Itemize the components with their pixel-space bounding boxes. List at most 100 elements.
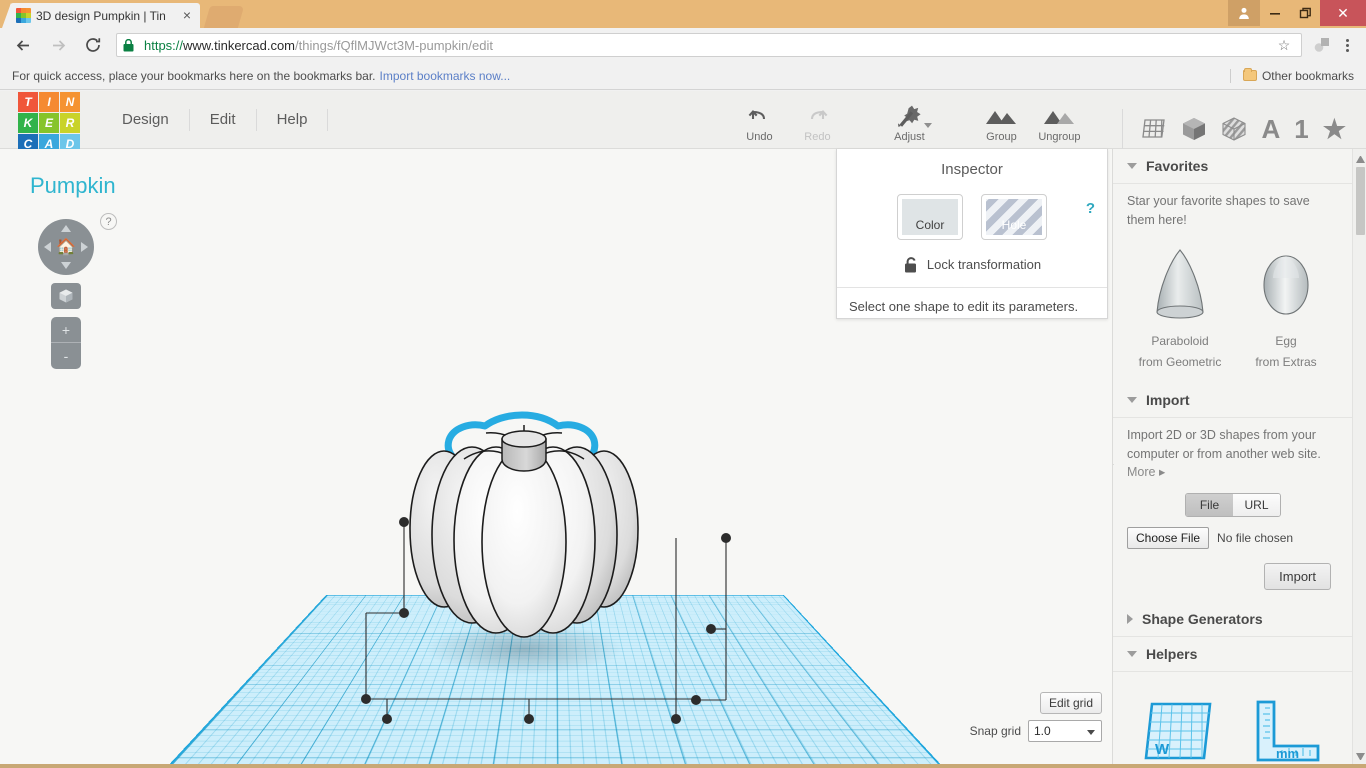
reload-icon[interactable] xyxy=(78,30,108,60)
hole-cube-icon[interactable] xyxy=(1221,116,1247,142)
home-view-icon[interactable]: 🏠 xyxy=(56,237,76,257)
import-toggle-url[interactable]: URL xyxy=(1233,494,1280,516)
back-arrow-icon[interactable] xyxy=(8,30,38,60)
orbit-pad[interactable]: 🏠 xyxy=(38,219,94,275)
hole-swatch-button[interactable]: Hole xyxy=(981,194,1047,240)
section-header-import[interactable]: Import xyxy=(1113,383,1353,418)
shape-egg-source: from Extras xyxy=(1233,354,1339,371)
minimize-window-button[interactable] xyxy=(1260,0,1290,26)
pumpkin-stem xyxy=(502,431,546,471)
other-bookmarks-folder[interactable]: Other bookmarks xyxy=(1230,69,1354,83)
pumpkin-model[interactable] xyxy=(372,377,672,677)
menu-help[interactable]: Help xyxy=(257,109,329,131)
close-tab-icon[interactable]: × xyxy=(180,9,194,23)
favorites-star-icon[interactable]: ★ xyxy=(1323,116,1346,142)
fit-cube-icon xyxy=(58,288,74,304)
new-tab-button[interactable] xyxy=(204,6,244,28)
section-header-helpers[interactable]: Helpers xyxy=(1113,637,1353,672)
zoom-in-button[interactable]: + xyxy=(51,317,81,343)
ungroup-button[interactable]: Ungroup xyxy=(1030,107,1088,149)
orbit-right-icon[interactable] xyxy=(81,242,88,252)
section-header-favorites[interactable]: Favorites xyxy=(1113,149,1353,184)
tinkercad-header: T I N K E R C A D Design Edit Help Undo … xyxy=(0,91,1366,149)
fit-view-button[interactable] xyxy=(51,283,81,309)
shape-paraboloid[interactable]: Paraboloid from Geometric xyxy=(1127,242,1233,371)
menu-edit[interactable]: Edit xyxy=(190,109,257,131)
import-toggle-file[interactable]: File xyxy=(1186,494,1233,516)
tab-title: 3D design Pumpkin | Tin xyxy=(36,9,178,23)
helper-ruler[interactable]: mm Ruler xyxy=(1233,692,1339,768)
url-host: www.tinkercad.com xyxy=(183,38,295,53)
ruler-badge: mm xyxy=(1276,746,1299,761)
zoom-out-button[interactable]: - xyxy=(51,343,81,369)
browser-tab[interactable]: 3D design Pumpkin | Tin × xyxy=(10,3,200,28)
bookmark-star-icon[interactable]: ☆ xyxy=(1273,37,1295,54)
shape-egg[interactable]: Egg from Extras xyxy=(1233,242,1339,371)
import-hint: Import 2D or 3D shapes from your compute… xyxy=(1127,426,1339,464)
user-avatar-icon[interactable] xyxy=(1228,0,1260,26)
workplane-helper-icon: W xyxy=(1138,692,1222,768)
favorites-shape-row: Paraboloid from Geometric Egg from Extra… xyxy=(1127,242,1339,371)
address-bar[interactable]: https://www.tinkercad.com/things/fQflMJW… xyxy=(116,33,1302,57)
tinkercad-favicon-icon xyxy=(16,8,31,23)
solid-cube-icon[interactable] xyxy=(1181,116,1207,142)
logo-tile-k: K xyxy=(18,113,38,133)
lock-transformation-toggle[interactable]: Lock transformation xyxy=(837,256,1107,273)
chevron-down-icon xyxy=(1127,651,1137,657)
inspector-swatches: Color Hole ? xyxy=(837,194,1107,240)
section-body-helpers: W Workplane mm Ruler xyxy=(1113,672,1353,768)
color-swatch-button[interactable]: Color xyxy=(897,194,963,240)
edit-grid-button[interactable]: Edit grid xyxy=(1040,692,1102,714)
chevron-down-icon xyxy=(1087,730,1095,735)
browser-titlebar: 3D design Pumpkin | Tin × ✕ xyxy=(0,0,1366,28)
menu-design[interactable]: Design xyxy=(102,109,190,131)
scrollbar-thumb[interactable] xyxy=(1356,167,1365,235)
workplane-badge: W xyxy=(1155,741,1170,758)
redo-label: Redo xyxy=(804,131,830,143)
snap-grid-select[interactable]: 1.0 xyxy=(1028,720,1102,742)
group-label: Group xyxy=(986,131,1017,143)
secure-lock-icon xyxy=(123,39,137,52)
text-shape-icon[interactable]: A xyxy=(1261,116,1280,142)
import-button[interactable]: Import xyxy=(1264,563,1331,590)
other-bookmarks-label: Other bookmarks xyxy=(1262,69,1354,83)
shapes-sidebar: ❯ Favorites Star your favorite shapes to… xyxy=(1112,149,1366,768)
undo-button[interactable]: Undo xyxy=(730,107,788,149)
number-shape-icon[interactable]: 1 xyxy=(1294,116,1308,142)
view-help-icon[interactable]: ? xyxy=(100,213,117,230)
group-button[interactable]: Group xyxy=(972,107,1030,149)
import-bookmarks-link[interactable]: Import bookmarks now... xyxy=(380,69,511,83)
import-more-link[interactable]: More ▸ xyxy=(1127,464,1339,479)
url-text: https://www.tinkercad.com/things/fQflMJW… xyxy=(144,38,493,53)
orbit-left-icon[interactable] xyxy=(44,242,51,252)
orbit-down-icon[interactable] xyxy=(61,262,71,269)
scroll-up-icon[interactable] xyxy=(1356,154,1365,163)
section-title-favorites: Favorites xyxy=(1146,158,1208,174)
helper-workplane[interactable]: W Workplane xyxy=(1127,692,1233,768)
maximize-window-button[interactable] xyxy=(1290,0,1320,26)
ungroup-label: Ungroup xyxy=(1038,131,1080,143)
inspector-help-icon[interactable]: ? xyxy=(1086,200,1095,217)
design-title[interactable]: Pumpkin xyxy=(30,173,116,199)
group-mountains-icon xyxy=(984,107,1018,127)
sidebar-scrollbar[interactable] xyxy=(1352,149,1366,768)
close-window-button[interactable]: ✕ xyxy=(1320,0,1366,26)
tinkercad-logo[interactable]: T I N K E R C A D xyxy=(18,92,80,154)
pumpkin-lobes xyxy=(410,447,638,637)
helpers-shape-row: W Workplane mm Ruler xyxy=(1127,692,1339,768)
logo-tile-t: T xyxy=(18,92,38,112)
choose-file-button[interactable]: Choose File xyxy=(1127,527,1209,549)
import-source-toggle: File URL xyxy=(1185,493,1281,517)
redo-button: Redo xyxy=(788,107,846,149)
section-title-helpers: Helpers xyxy=(1146,646,1197,662)
lock-transformation-label: Lock transformation xyxy=(927,257,1041,272)
section-header-shape-generators[interactable]: Shape Generators xyxy=(1113,602,1353,637)
orbit-up-icon[interactable] xyxy=(61,225,71,232)
workplane-grid-icon[interactable] xyxy=(1141,117,1167,141)
browser-navbar: https://www.tinkercad.com/things/fQflMJW… xyxy=(0,28,1366,62)
adjust-button[interactable]: Adjust xyxy=(880,105,938,149)
extension-icon[interactable] xyxy=(1308,33,1334,57)
scroll-down-icon[interactable] xyxy=(1356,753,1365,762)
chrome-menu-icon[interactable] xyxy=(1334,32,1360,58)
adjust-caret-icon[interactable] xyxy=(924,123,932,128)
